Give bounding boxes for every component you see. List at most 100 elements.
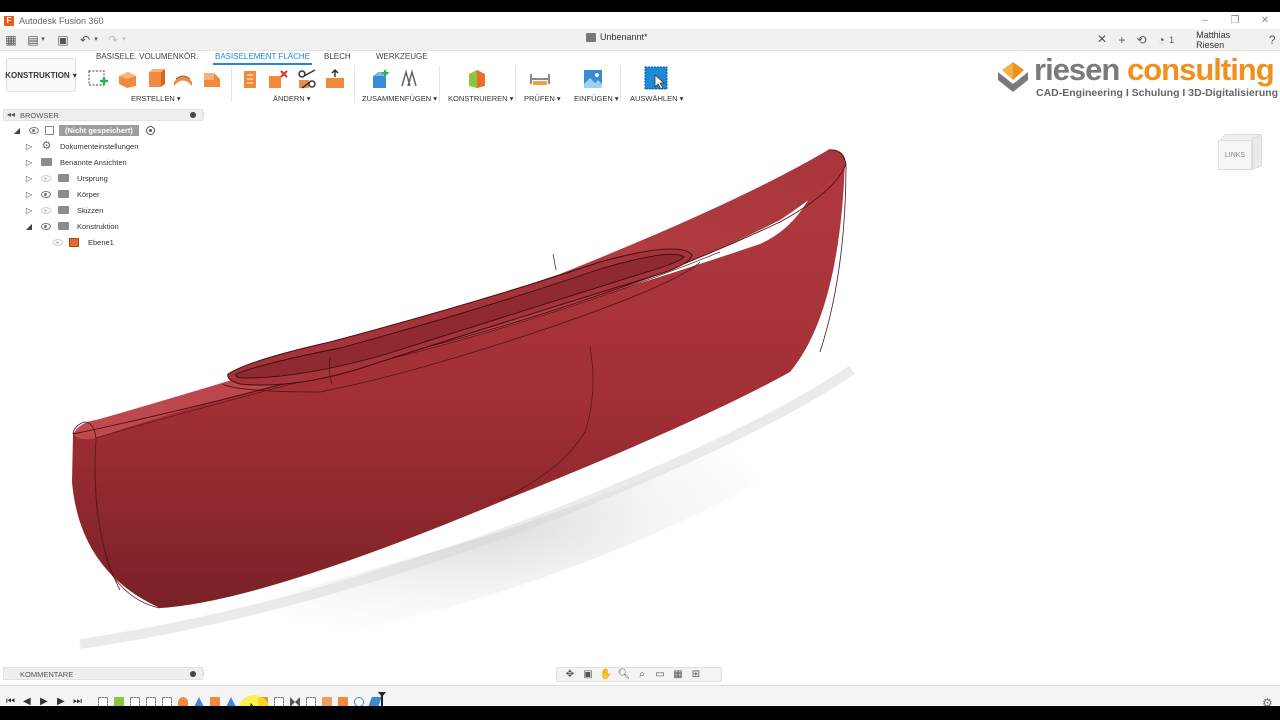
panel-grip-icon[interactable]: ⋮ [200,669,207,677]
grid-settings-icon[interactable]: ▦ [669,669,687,680]
timeline-play-icon[interactable]: ▶ [40,696,48,706]
timeline-feature-split-icon[interactable] [290,697,300,706]
visibility-eye-icon[interactable] [41,206,51,214]
construction-plane-icon[interactable] [466,68,488,90]
press-pull-icon[interactable] [239,68,261,90]
offset-face-icon[interactable] [324,68,346,90]
expand-arrow-icon[interactable]: ▷ [24,174,34,183]
timeline-prev-icon[interactable]: ◀ [23,696,31,706]
timeline-feature-sketch-icon[interactable] [306,697,316,706]
visibility-eye-icon[interactable] [41,222,51,230]
expand-arrow-icon[interactable]: ▷ [24,158,34,167]
tab-volumenkoerper[interactable]: BASISELE. VOLUMENKÖR. [96,52,198,61]
visibility-eye-icon[interactable] [41,174,51,182]
measure-icon[interactable] [529,68,551,90]
workspace-switcher[interactable]: KONSTRUKTION ▾ [5,58,77,92]
restore-icon[interactable]: ❐ [1220,12,1250,29]
minimize-icon[interactable]: – [1190,12,1220,29]
visibility-eye-icon[interactable] [29,126,39,134]
visibility-eye-icon[interactable] [41,190,51,198]
tree-item-dokumenteinstellungen[interactable]: ▷ ⚙ Dokumenteinstellungen [3,139,203,153]
timeline-feature-thicken-icon[interactable] [338,697,348,706]
job-status-icon[interactable]: ◔ [1153,33,1169,47]
look-at-icon[interactable]: ▣ [579,669,597,680]
tab-blech[interactable]: BLECH [324,52,351,61]
timeline-feature-patch-icon[interactable] [226,697,236,706]
close-document-icon[interactable]: ✕ [1097,32,1107,46]
tree-item-ursprung[interactable]: ▷ Ursprung [3,171,203,185]
undo-chevron-down-icon[interactable]: ▾ [89,33,103,47]
timeline-feature-stitch-icon[interactable] [322,697,332,706]
trim-surface-icon[interactable] [267,68,289,90]
browser-header[interactable]: ◂◂ BROWSER ⋮ [3,109,207,121]
timeline-feature-plane-icon[interactable] [114,697,124,706]
group-einfuegen[interactable]: EINFÜGEN ▾ [574,94,619,103]
timeline-feature-extend-icon[interactable] [210,697,220,706]
group-aendern[interactable]: ÄNDERN ▾ [273,94,311,103]
expand-arrow-icon[interactable]: ◢ [12,126,22,135]
expand-arrow-icon[interactable]: ▷ [24,190,34,199]
panel-grip-icon[interactable]: ⋮ [200,111,207,119]
user-name[interactable]: Matthias Riesen [1196,30,1252,50]
revolve-surface-icon[interactable] [144,68,166,90]
create-sketch-icon[interactable] [87,68,109,90]
timeline-feature-sketch-icon[interactable] [98,697,108,706]
tab-flaeche[interactable]: BASISELEMENT FLÄCHE [213,52,312,65]
tree-item-ebene1[interactable]: Ebene1 [3,235,203,249]
group-pruefen[interactable]: PRÜFEN ▾ [524,94,561,103]
orbit-icon[interactable]: ✥ [561,669,579,680]
timeline-feature-mirror-icon[interactable] [368,697,382,706]
viewcube[interactable]: LINKS [1212,130,1266,184]
file-menu-chevron-down-icon[interactable]: ▾ [36,33,50,47]
tab-werkzeuge[interactable]: WERKZEUGE [376,52,428,61]
timeline-feature-sketch-icon[interactable] [274,697,284,706]
zoom-icon[interactable]: 🔍︎ [615,669,633,680]
tree-item-koerper[interactable]: ▷ Körper [3,187,203,201]
insert-image-icon[interactable] [582,68,604,90]
extrude-surface-icon[interactable] [116,68,138,90]
redo-chevron-down-icon[interactable]: ▾ [117,33,131,47]
joint-icon[interactable] [398,68,420,90]
timeline-next-icon[interactable]: ▶ [57,696,65,706]
viewcube-front-face[interactable]: LINKS [1218,140,1252,170]
expand-arrow-icon[interactable]: ▷ [24,206,34,215]
display-settings-icon[interactable]: ▭ [651,669,669,680]
timeline-feature-fillet-icon[interactable] [354,697,364,706]
activate-radio-icon[interactable] [146,125,155,135]
pan-hand-icon[interactable]: ✋ [597,669,615,680]
group-erstellen[interactable]: ERSTELLEN ▾ [131,94,181,103]
group-konstruieren[interactable]: KONSTRUIEREN ▾ [448,94,513,103]
collapse-panel-icon[interactable]: ◂◂ [7,110,15,119]
group-zusammenfuegen[interactable]: ZUSAMMENFÜGEN ▾ [362,94,437,103]
loft-surface-icon[interactable] [201,68,223,90]
timeline-feature-sketch-icon[interactable] [162,697,172,706]
tree-item-skizzen[interactable]: ▷ Skizzen [3,203,203,217]
tree-item-konstruktion[interactable]: ◢ Konstruktion [3,219,203,233]
save-icon[interactable]: ▣ [56,33,70,47]
extensions-icon[interactable]: ⟲ [1134,33,1150,47]
select-icon[interactable] [644,66,668,90]
viewcube-side-face[interactable] [1252,134,1262,170]
fit-zoom-icon[interactable]: ⌕ [633,669,651,680]
split-body-scissors-icon[interactable] [296,68,318,90]
pin-icon[interactable] [190,112,196,118]
group-auswaehlen[interactable]: AUSWÄHLEN ▾ [630,94,683,103]
expand-arrow-icon[interactable]: ▷ [24,142,34,151]
timeline-feature-loft-icon[interactable] [178,697,188,706]
timeline-settings-gear-icon[interactable]: ⚙ [1262,696,1273,706]
data-panel-grid-icon[interactable]: ▦ [4,33,18,47]
tree-root[interactable]: ◢ (Nicht gespeichert) [3,123,203,137]
close-icon[interactable]: ✕ [1250,12,1280,29]
comments-panel[interactable]: KOMMENTARE ⋮ [3,667,207,680]
visibility-eye-icon[interactable] [53,238,63,246]
viewports-icon[interactable]: ⊞ [687,669,705,680]
document-tab[interactable]: Unbenannt* [586,32,648,42]
collapse-arrow-icon[interactable]: ◢ [24,222,34,231]
timeline-feature-sketch-icon[interactable] [130,697,140,706]
timeline-marker[interactable] [378,692,386,706]
timeline-start-icon[interactable]: ⏮ [6,696,15,706]
pin-icon[interactable] [190,671,196,677]
help-icon[interactable]: ? [1264,33,1280,47]
timeline-end-icon[interactable]: ⏭ [73,696,82,706]
new-component-icon[interactable] [369,68,391,90]
